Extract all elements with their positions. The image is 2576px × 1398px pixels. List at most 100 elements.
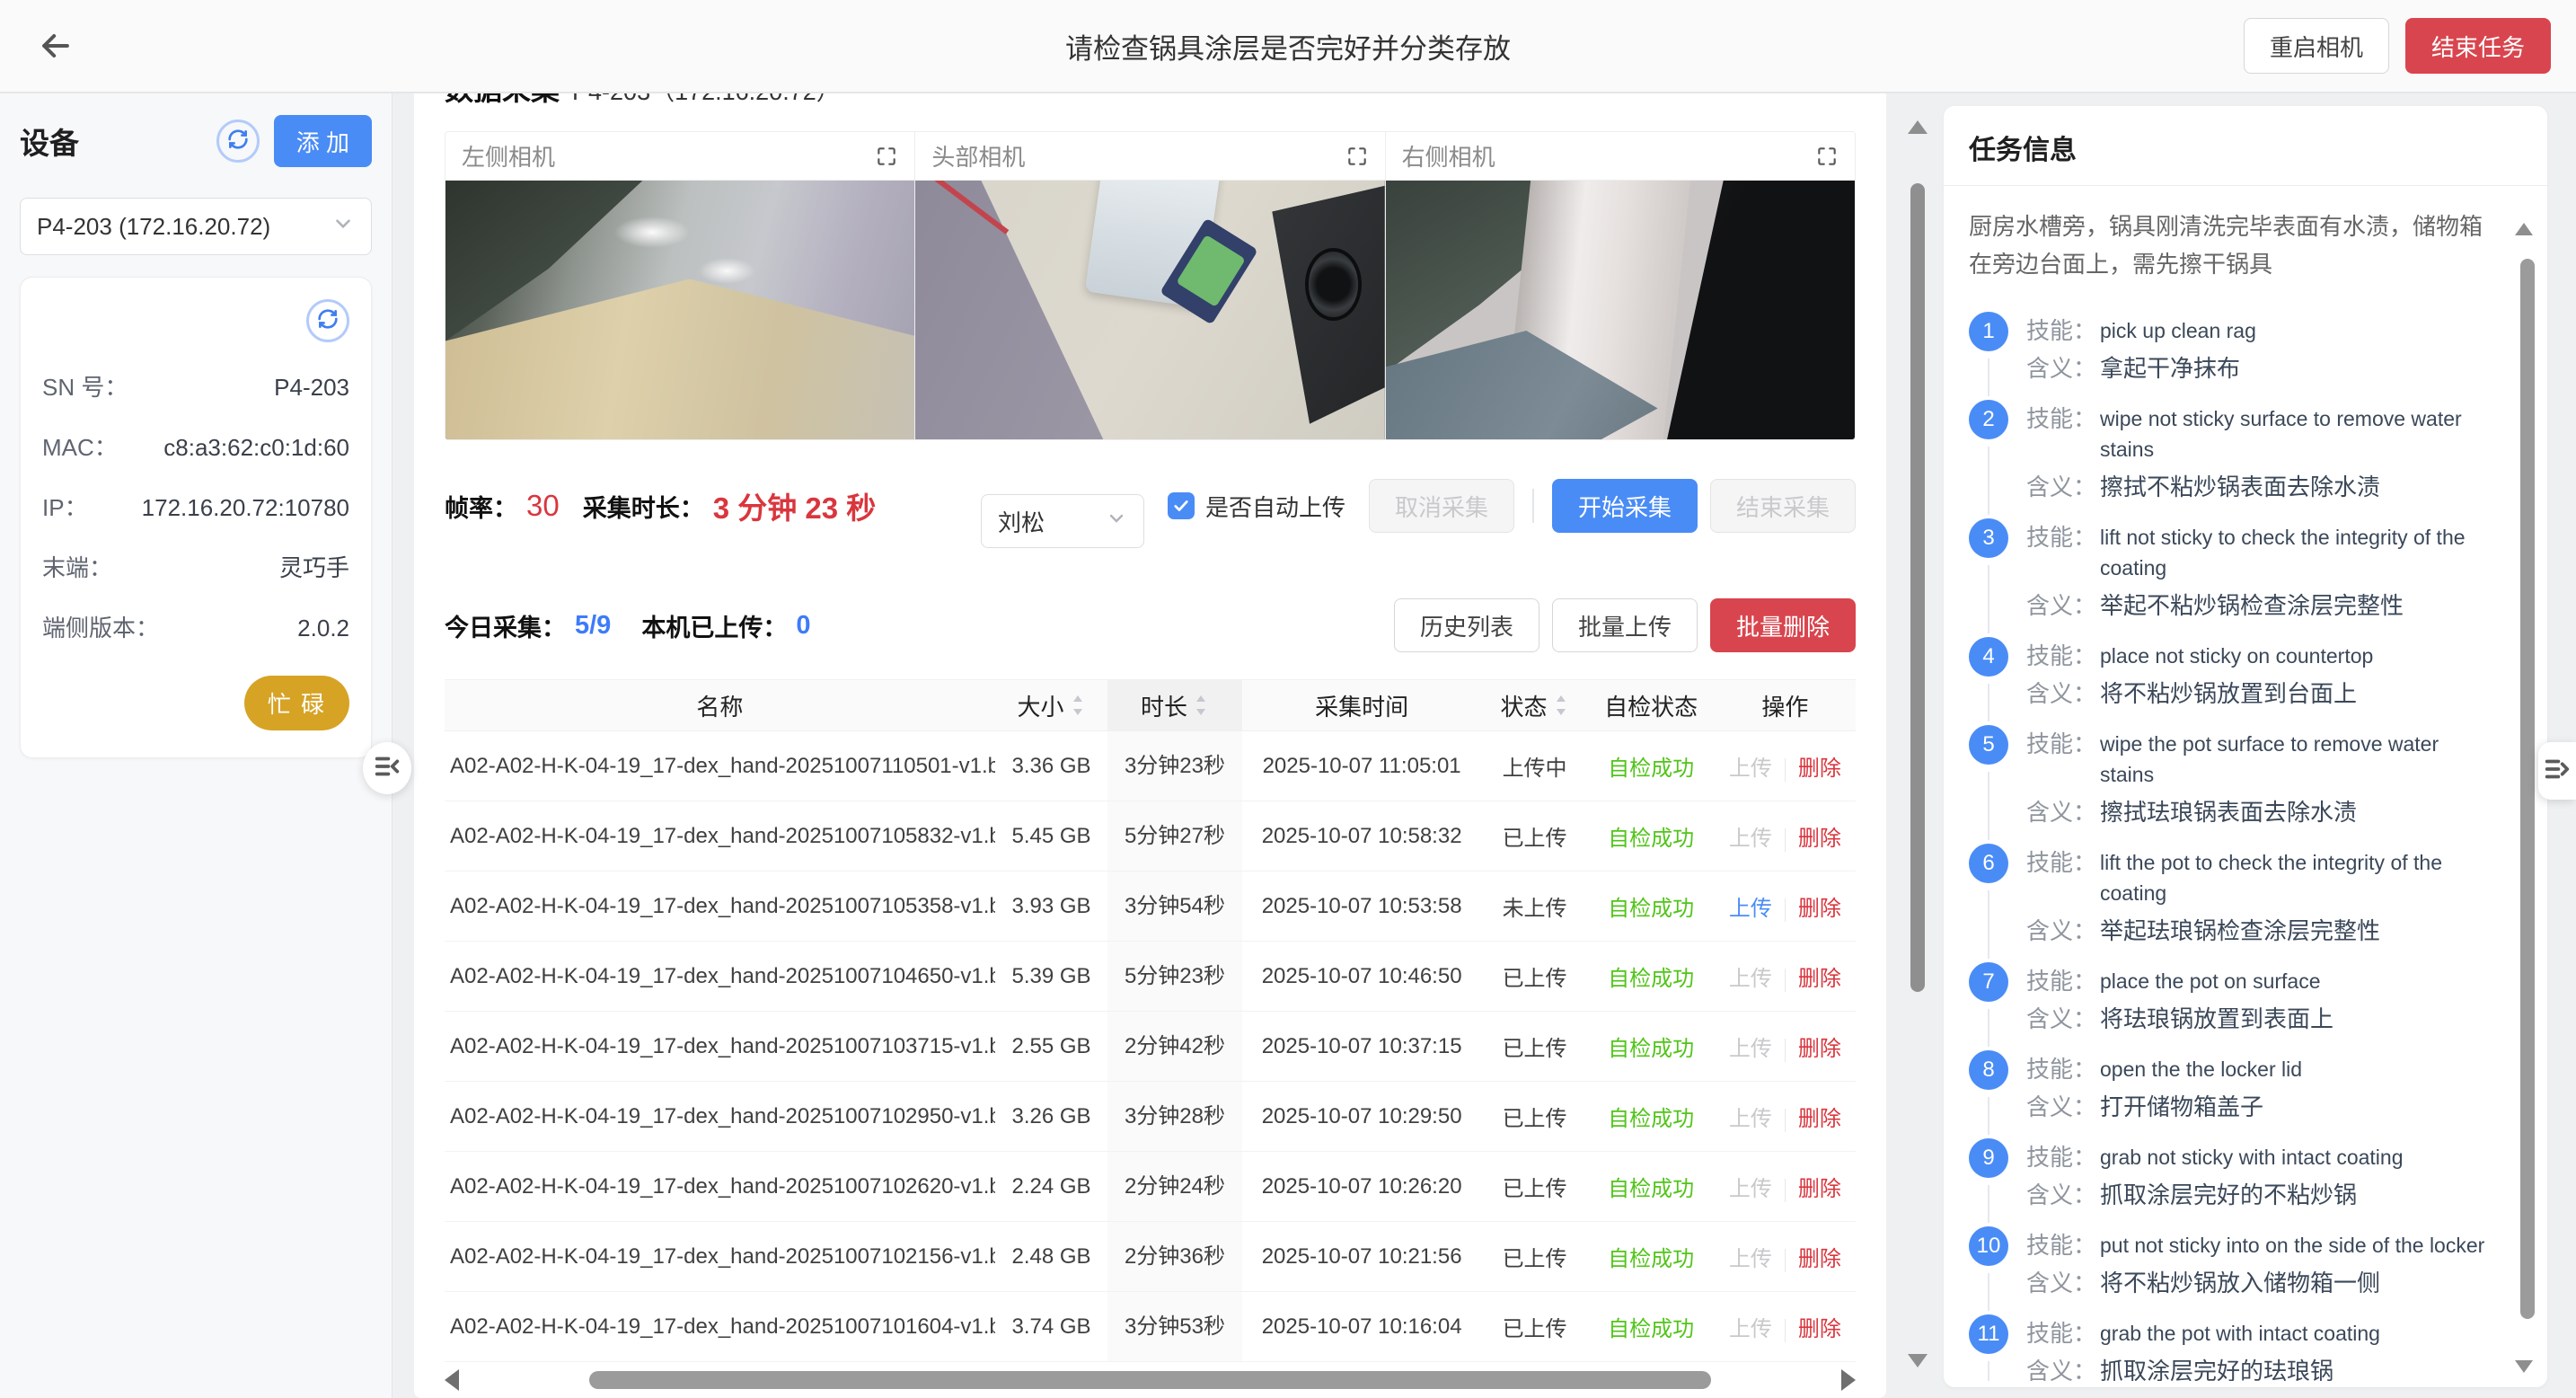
chevron-down-icon xyxy=(1106,508,1127,535)
cancel-collect-button[interactable]: 取消采集 xyxy=(1369,479,1514,533)
fullscreen-icon[interactable] xyxy=(875,145,898,168)
column-header-status[interactable]: 状态 xyxy=(1482,689,1588,722)
cell-actions: 上传 删除 xyxy=(1715,1101,1856,1132)
sort-caret-icon[interactable] xyxy=(1070,694,1086,717)
upload-link[interactable]: 上传 xyxy=(1729,1317,1772,1341)
cell-actions: 上传 删除 xyxy=(1715,960,1856,992)
collapse-task-panel-toggle[interactable] xyxy=(2538,742,2576,800)
refresh-devices-button[interactable] xyxy=(216,119,260,163)
start-collect-button[interactable]: 开始采集 xyxy=(1552,479,1698,533)
scroll-up-icon[interactable] xyxy=(2515,223,2533,235)
cell-check: 自检成功 xyxy=(1587,960,1714,992)
hscroll-track[interactable] xyxy=(466,1371,1834,1389)
vscroll-thumb[interactable] xyxy=(1910,183,1925,992)
meaning-label: 含义： xyxy=(2026,1268,2100,1298)
camera-panel: 左侧相机 xyxy=(446,132,915,439)
scroll-up-icon[interactable] xyxy=(1908,120,1928,134)
header-actions: 重启相机 结束任务 xyxy=(2244,18,2551,74)
delete-link[interactable]: 删除 xyxy=(1798,1037,1841,1061)
step-number-badge: 2 xyxy=(1969,400,2008,439)
cell-size: 2.48 GB xyxy=(995,1244,1108,1270)
upload-link[interactable]: 上传 xyxy=(1729,1037,1772,1061)
scroll-right-icon[interactable] xyxy=(1841,1369,1856,1391)
step-number-badge: 3 xyxy=(1969,518,2008,558)
camera-label: 头部相机 xyxy=(931,139,1025,173)
refresh-device-info-button[interactable] xyxy=(306,299,349,342)
delete-link[interactable]: 删除 xyxy=(1798,967,1841,991)
info-value: 灵巧手 xyxy=(279,550,349,583)
fullscreen-icon[interactable] xyxy=(1345,145,1369,168)
column-header-size[interactable]: 大小 xyxy=(995,689,1108,722)
task-column: 任务信息 厨房水槽旁，锅具刚清洗完毕表面有水渍，储物箱在旁边台面上，需先擦干锅具… xyxy=(1944,93,2576,1398)
camera-label: 左侧相机 xyxy=(462,139,555,173)
skill-text: put not sticky into on the side of the l… xyxy=(2100,1230,2484,1261)
delete-link[interactable]: 删除 xyxy=(1798,1317,1841,1341)
column-header-duration[interactable]: 时长 xyxy=(1107,680,1241,730)
cell-check: 自检成功 xyxy=(1587,750,1714,782)
hscroll-thumb[interactable] xyxy=(589,1371,1711,1389)
task-scroll-thumb[interactable] xyxy=(2520,259,2535,1319)
back-arrow-icon[interactable] xyxy=(31,21,81,71)
upload-link[interactable]: 上传 xyxy=(1729,1107,1772,1131)
meaning-label: 含义： xyxy=(2026,472,2100,502)
delete-link[interactable]: 删除 xyxy=(1798,1177,1841,1201)
end-task-button[interactable]: 结束任务 xyxy=(2405,18,2551,74)
fullscreen-icon[interactable] xyxy=(1815,145,1839,168)
skill-label: 技能： xyxy=(2026,847,2100,908)
sort-caret-icon[interactable] xyxy=(1553,694,1569,717)
delete-link[interactable]: 删除 xyxy=(1798,897,1841,921)
divider xyxy=(1785,969,1786,992)
upload-link[interactable]: 上传 xyxy=(1729,1177,1772,1201)
upload-link[interactable]: 上传 xyxy=(1729,967,1772,991)
files-stats: 今日采集： 5/9 本机已上传： 0 历史列表 批量上传 批量删除 xyxy=(445,598,1856,652)
divider xyxy=(1785,758,1786,782)
today-collect-label: 今日采集： xyxy=(445,608,566,643)
restart-camera-button[interactable]: 重启相机 xyxy=(2244,18,2389,74)
table-row: A02-A02-H-K-04-19_17-dex_hand-2025100710… xyxy=(445,942,1856,1012)
sort-caret-icon[interactable] xyxy=(1193,694,1209,717)
skill-label: 技能： xyxy=(2026,315,2100,346)
cell-time: 2025-10-07 10:16:04 xyxy=(1242,1314,1482,1340)
auto-upload-checkbox[interactable]: 是否自动上传 xyxy=(1168,490,1345,523)
batch-upload-button[interactable]: 批量上传 xyxy=(1552,598,1698,652)
cell-check: 自检成功 xyxy=(1587,1311,1714,1342)
device-select[interactable]: P4-203 (172.16.20.72) xyxy=(20,198,372,255)
delete-link[interactable]: 删除 xyxy=(1798,1107,1841,1131)
cell-file-name: A02-A02-H-K-04-19_17-dex_hand-2025100710… xyxy=(445,894,995,919)
cell-actions: 上传 删除 xyxy=(1715,890,1856,922)
upload-link[interactable]: 上传 xyxy=(1729,1247,1772,1271)
table-header: 名称大小时长采集时间状态自检状态操作 xyxy=(445,679,1856,731)
upload-link[interactable]: 上传 xyxy=(1729,827,1772,851)
operator-select[interactable]: 刘松 xyxy=(981,494,1144,548)
cell-size: 2.24 GB xyxy=(995,1174,1108,1199)
add-device-button[interactable]: 添 加 xyxy=(274,115,372,167)
sync-icon xyxy=(315,306,340,336)
upload-link[interactable]: 上传 xyxy=(1729,757,1772,781)
meaning-text: 擦拭珐琅锅表面去除水渍 xyxy=(2100,797,2357,827)
delete-link[interactable]: 删除 xyxy=(1798,827,1841,851)
scroll-down-icon[interactable] xyxy=(2515,1360,2533,1373)
table-row: A02-A02-H-K-04-19_17-dex_hand-2025100710… xyxy=(445,801,1856,872)
cell-file-name: A02-A02-H-K-04-19_17-dex_hand-2025100710… xyxy=(445,1314,995,1340)
batch-delete-button[interactable]: 批量删除 xyxy=(1710,598,1856,652)
delete-link[interactable]: 删除 xyxy=(1798,1247,1841,1271)
stop-collect-button[interactable]: 结束采集 xyxy=(1710,479,1856,533)
history-list-button[interactable]: 历史列表 xyxy=(1394,598,1539,652)
meaning-text: 打开储物箱盖子 xyxy=(2100,1092,2263,1122)
table-row: A02-A02-H-K-04-19_17-dex_hand-2025100710… xyxy=(445,1152,1856,1222)
delete-link[interactable]: 删除 xyxy=(1798,757,1841,781)
meaning-text: 将珐琅锅放置到表面上 xyxy=(2100,1004,2333,1034)
column-header-action: 操作 xyxy=(1715,689,1856,722)
skill-text: open the the locker lid xyxy=(2100,1054,2302,1084)
scroll-down-icon[interactable] xyxy=(1908,1354,1928,1367)
scroll-left-icon[interactable] xyxy=(445,1369,459,1391)
device-info-row: IP： 172.16.20.72:10780 xyxy=(42,490,349,523)
upload-link[interactable]: 上传 xyxy=(1729,897,1772,921)
table-row: A02-A02-H-K-04-19_17-dex_hand-2025100710… xyxy=(445,1082,1856,1152)
info-label: 末端： xyxy=(42,550,112,583)
camera-panel: 头部相机 xyxy=(915,132,1385,439)
skill-text: lift not sticky to check the integrity o… xyxy=(2100,522,2493,583)
collapse-sidebar-toggle[interactable] xyxy=(363,742,411,794)
app: 请检查锅具涂层是否完好并分类存放 重启相机 结束任务 设备 添 加 P4-203… xyxy=(0,0,2576,1398)
cell-actions: 上传 删除 xyxy=(1715,1171,1856,1202)
